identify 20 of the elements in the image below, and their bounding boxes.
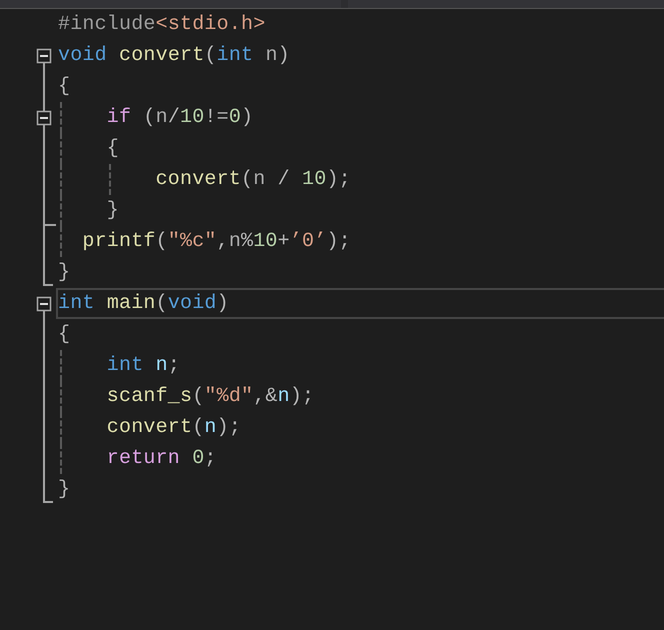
- code-line: }: [58, 480, 70, 500]
- code-line: {: [58, 324, 70, 344]
- code-line: int main(void): [58, 294, 229, 314]
- code-line: if (n/10!=0): [106, 108, 254, 128]
- collapse-icon[interactable]: [36, 110, 52, 126]
- collapse-icon[interactable]: [36, 48, 52, 64]
- code-line: #include<stdio.h>: [58, 14, 266, 34]
- indent-guide: [108, 164, 111, 195]
- code-line: printf(″%c″,n%10+’0’);: [82, 232, 351, 252]
- code-line: void convert(int n): [58, 46, 290, 66]
- collapse-icon[interactable]: [36, 296, 52, 312]
- code-line: }: [106, 200, 119, 220]
- code-line: convert(n / 10);: [156, 170, 351, 190]
- code-line: {: [58, 76, 70, 96]
- code-line: }: [58, 262, 70, 282]
- code-line: {: [106, 138, 119, 158]
- code-line: scanf_s(″%d″,&n);: [106, 386, 314, 406]
- code-line: convert(n);: [106, 418, 242, 438]
- code-line: int n;: [106, 356, 180, 376]
- code-line: return 0;: [106, 448, 217, 468]
